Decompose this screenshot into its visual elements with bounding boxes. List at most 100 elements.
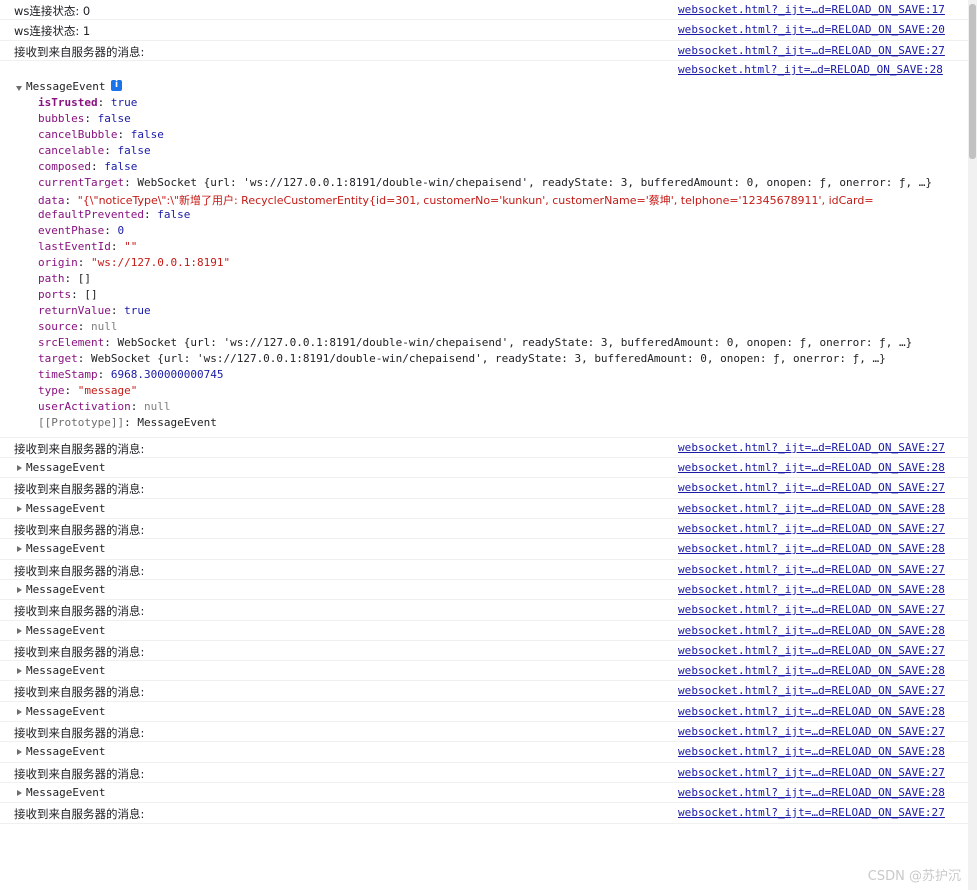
watermark: CSDN @苏护沉 (867, 869, 961, 884)
source-link[interactable]: websocket.html?_ijt=…d=RELOAD_ON_SAVE:27 (678, 684, 945, 697)
property-defaultPrevented: defaultPrevented: false (38, 207, 191, 221)
log-row: 接收到来自服务器的消息: websocket.html?_ijt=…d=RELOA… (0, 763, 968, 783)
log-message: 接收到来自服务器的消息: (14, 482, 145, 497)
log-message: 接收到来自服务器的消息: (14, 44, 145, 59)
collapsed-message-event-row[interactable]: MessageEvent websocket.html?_ijt=…d=RELOA… (0, 458, 968, 479)
log-message: 接收到来自服务器的消息: (14, 726, 145, 741)
collapsed-message-event-row[interactable]: MessageEvent websocket.html?_ijt=…d=RELOA… (0, 661, 968, 682)
collapsed-message-event-row[interactable]: MessageEvent websocket.html?_ijt=…d=RELOA… (0, 783, 968, 804)
source-link[interactable]: websocket.html?_ijt=…d=RELOAD_ON_SAVE:17 (678, 3, 945, 16)
source-link[interactable]: websocket.html?_ijt=…d=RELOAD_ON_SAVE:28 (678, 63, 943, 76)
repeated-log-entries: 接收到来自服务器的消息: websocket.html?_ijt=…d=RELOA… (0, 438, 968, 824)
collapsed-message-event-row[interactable]: MessageEvent websocket.html?_ijt=…d=RELOA… (0, 742, 968, 763)
property-isTrusted: isTrusted: true (38, 95, 138, 109)
log-message: ws连接状态: 0 (14, 4, 91, 18)
source-link[interactable]: websocket.html?_ijt=…d=RELOAD_ON_SAVE:28 (678, 664, 945, 677)
log-row: 接收到来自服务器的消息: websocket.html?_ijt=…d=RELOA… (0, 478, 968, 499)
log-row: 接收到来自服务器的消息: websocket.html?_ijt=…d=RELOA… (0, 519, 968, 540)
collapsed-message-event-row[interactable]: MessageEvent websocket.html?_ijt=…d=RELOA… (0, 702, 968, 723)
log-row: ws连接状态: 0 websocket.html?_ijt=…d=RELOAD_… (0, 0, 968, 21)
source-link[interactable]: websocket.html?_ijt=…d=RELOAD_ON_SAVE:27 (678, 44, 945, 57)
source-link[interactable]: websocket.html?_ijt=…d=RELOAD_ON_SAVE:27 (678, 522, 945, 535)
expanded-message-event-entry: websocket.html?_ijt=…d=RELOAD_ON_SAVE:28… (0, 61, 968, 438)
source-link[interactable]: websocket.html?_ijt=…d=RELOAD_ON_SAVE:28 (678, 786, 945, 799)
log-row: 接收到来自服务器的消息: websocket.html?_ijt=…d=RELO… (0, 41, 968, 61)
property-cancelable: cancelable: false (38, 143, 151, 157)
object-label[interactable]: MessageEvent (26, 461, 105, 474)
source-link[interactable]: websocket.html?_ijt=…d=RELOAD_ON_SAVE:27 (678, 481, 945, 494)
property-currentTarget[interactable]: currentTarget: WebSocket {url: 'ws://127… (38, 176, 950, 192)
object-label[interactable]: MessageEvent (26, 786, 105, 799)
log-message: ws连接状态: 1 (14, 24, 91, 39)
log-row: 接收到来自服务器的消息: websocket.html?_ijt=…d=RELOA… (0, 803, 968, 824)
object-label[interactable]: MessageEvent (26, 664, 105, 677)
property-ports[interactable]: ports: [] (38, 288, 950, 304)
source-link[interactable]: websocket.html?_ijt=…d=RELOAD_ON_SAVE:27 (678, 766, 945, 779)
log-message: 接收到来自服务器的消息: (14, 523, 145, 538)
console-log-panel: ws连接状态: 0 websocket.html?_ijt=…d=RELOAD_… (0, 0, 968, 890)
expand-triangle-icon[interactable] (17, 627, 22, 634)
property-target[interactable]: target: WebSocket {url: 'ws://127.0.0.1:… (38, 352, 950, 368)
source-link[interactable]: websocket.html?_ijt=…d=RELOAD_ON_SAVE:20 (678, 23, 945, 36)
info-icon[interactable]: i (111, 79, 122, 91)
expand-triangle-icon[interactable] (17, 668, 22, 675)
log-message: 接收到来自服务器的消息: (14, 644, 145, 659)
log-message: 接收到来自服务器的消息: (14, 766, 145, 781)
log-row: 接收到来自服务器的消息: websocket.html?_ijt=…d=RELOA… (0, 681, 968, 702)
source-link[interactable]: websocket.html?_ijt=…d=RELOAD_ON_SAVE:28 (678, 583, 945, 596)
expand-triangle-icon[interactable] (17, 789, 22, 796)
source-link[interactable]: websocket.html?_ijt=…d=RELOAD_ON_SAVE:27 (678, 725, 945, 738)
source-link[interactable]: websocket.html?_ijt=…d=RELOAD_ON_SAVE:28 (678, 542, 945, 555)
object-label[interactable]: MessageEvent (26, 624, 105, 637)
object-label[interactable]: MessageEvent (26, 745, 105, 758)
source-link[interactable]: websocket.html?_ijt=…d=RELOAD_ON_SAVE:27 (678, 644, 945, 657)
source-link[interactable]: websocket.html?_ijt=…d=RELOAD_ON_SAVE:28 (678, 502, 945, 515)
property-path[interactable]: path: [] (38, 272, 950, 288)
log-message: 接收到来自服务器的消息: (14, 807, 145, 822)
source-link[interactable]: websocket.html?_ijt=…d=RELOAD_ON_SAVE:28 (678, 745, 945, 758)
property-returnValue: returnValue: true (38, 303, 151, 317)
property-source: source: null (38, 319, 118, 333)
object-label[interactable]: MessageEvent (26, 502, 105, 515)
log-row: 接收到来自服务器的消息: websocket.html?_ijt=…d=RELOA… (0, 438, 968, 459)
object-label[interactable]: MessageEvent (26, 705, 105, 718)
property-lastEventId: lastEventId: "" (38, 239, 138, 253)
object-header[interactable]: MessageEvent i (0, 79, 960, 95)
expand-triangle-icon[interactable] (17, 749, 22, 756)
log-message: 接收到来自服务器的消息: (14, 604, 145, 619)
log-message: 接收到来自服务器的消息: (14, 441, 145, 456)
property-data: data: "{\"noticeType\":\"新增了用户: RecycleC… (38, 193, 874, 207)
source-link[interactable]: websocket.html?_ijt=…d=RELOAD_ON_SAVE:28 (678, 461, 945, 474)
collapse-triangle-icon[interactable] (16, 85, 22, 91)
expand-triangle-icon[interactable] (17, 546, 22, 553)
log-row: 接收到来自服务器的消息: websocket.html?_ijt=…d=RELOA… (0, 722, 968, 743)
collapsed-message-event-row[interactable]: MessageEvent websocket.html?_ijt=…d=RELOA… (0, 580, 968, 601)
source-link[interactable]: websocket.html?_ijt=…d=RELOAD_ON_SAVE:27 (678, 563, 945, 576)
object-label[interactable]: MessageEvent (26, 80, 105, 93)
log-row: ws连接状态: 1 websocket.html?_ijt=…d=RELOAD_… (0, 20, 968, 41)
property-srcElement[interactable]: srcElement: WebSocket {url: 'ws://127.0.… (38, 336, 950, 352)
property-cancelBubble: cancelBubble: false (38, 127, 164, 141)
source-link[interactable]: websocket.html?_ijt=…d=RELOAD_ON_SAVE:27 (678, 441, 945, 454)
log-message: 接收到来自服务器的消息: (14, 563, 145, 578)
object-label[interactable]: MessageEvent (26, 583, 105, 596)
source-link[interactable]: websocket.html?_ijt=…d=RELOAD_ON_SAVE:28 (678, 624, 945, 637)
collapsed-message-event-row[interactable]: MessageEvent websocket.html?_ijt=…d=RELOA… (0, 621, 968, 641)
collapsed-message-event-row[interactable]: MessageEvent websocket.html?_ijt=…d=RELOA… (0, 499, 968, 520)
property-type: type: "message" (38, 383, 138, 397)
vertical-scrollbar[interactable] (968, 0, 977, 890)
scrollbar-thumb[interactable] (969, 4, 976, 159)
expand-triangle-icon[interactable] (17, 465, 22, 472)
object-label[interactable]: MessageEvent (26, 542, 105, 555)
log-row: 接收到来自服务器的消息: websocket.html?_ijt=…d=RELOA… (0, 600, 968, 621)
collapsed-message-event-row[interactable]: MessageEvent websocket.html?_ijt=…d=RELOA… (0, 539, 968, 560)
expand-triangle-icon[interactable] (17, 708, 22, 715)
log-row: 接收到来自服务器的消息: websocket.html?_ijt=…d=RELOA… (0, 560, 968, 580)
expand-triangle-icon[interactable] (17, 505, 22, 512)
source-link[interactable]: websocket.html?_ijt=…d=RELOAD_ON_SAVE:27 (678, 603, 945, 616)
source-link[interactable]: websocket.html?_ijt=…d=RELOAD_ON_SAVE:28 (678, 705, 945, 718)
property-userActivation: userActivation: null (38, 399, 171, 413)
property-prototype[interactable]: [[Prototype]]: MessageEvent (38, 416, 950, 432)
expand-triangle-icon[interactable] (17, 586, 22, 593)
source-link[interactable]: websocket.html?_ijt=…d=RELOAD_ON_SAVE:27 (678, 806, 945, 819)
